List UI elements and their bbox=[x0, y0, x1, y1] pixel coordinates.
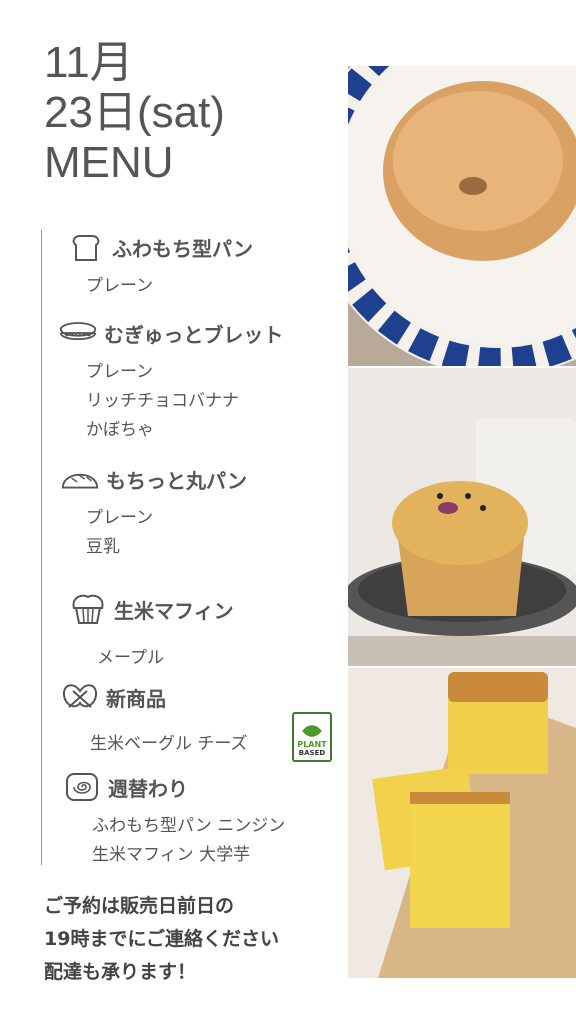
note-line: 19時までにご連絡ください bbox=[44, 928, 280, 950]
pretzel-icon bbox=[60, 680, 100, 714]
section-mochitto: もちっと丸パン bbox=[60, 462, 247, 496]
round-bread-icon bbox=[60, 462, 100, 496]
menu-item: 生米ベーグル チーズ bbox=[90, 734, 248, 754]
menu-item: プレーン bbox=[86, 362, 154, 382]
menu-item: 豆乳 bbox=[86, 537, 120, 557]
menu-item: メープル bbox=[97, 648, 164, 668]
date-month: 11月 bbox=[44, 38, 134, 87]
section-title: もちっと丸パン bbox=[106, 468, 247, 493]
leaf-icon bbox=[302, 721, 322, 741]
section-title: ふわもち型パン bbox=[112, 236, 253, 261]
bread-slice-icon bbox=[66, 230, 106, 264]
section-items: ふわもち型パン ニンジン 生米マフィン 大学芋 bbox=[92, 812, 285, 870]
plant-based-badge: PLANT BASED bbox=[292, 712, 332, 762]
menu-item: プレーン bbox=[86, 276, 154, 296]
menu-item: プレーン bbox=[86, 508, 154, 528]
badge-line2: BASED bbox=[298, 749, 326, 757]
menu-item: リッチチョコバナナ bbox=[86, 391, 239, 411]
menu-label: MENU bbox=[44, 138, 174, 187]
muffin-photo bbox=[348, 368, 576, 666]
bagel-photo bbox=[348, 66, 576, 366]
divider-line bbox=[41, 230, 42, 865]
date-day: 23日(sat) bbox=[44, 88, 225, 137]
reservation-note: ご予約は販売日前日の 19時までにご連絡ください 配達も承ります！ bbox=[44, 890, 279, 989]
section-title: むぎゅっとブレット bbox=[104, 322, 284, 347]
section-muffin: 生米マフィン bbox=[68, 592, 234, 626]
loaf-photo bbox=[348, 668, 576, 978]
badge-line1: PLANT bbox=[297, 740, 327, 749]
section-mugyutto: むぎゅっとブレット bbox=[58, 316, 283, 350]
section-items: プレーン bbox=[86, 272, 153, 301]
section-items: プレーン リッチチョコバナナ かぼちゃ bbox=[86, 358, 239, 445]
section-new-product: 新商品 bbox=[60, 680, 166, 714]
section-title: 週替わり bbox=[108, 776, 188, 801]
date-heading: 11月 23日(sat) MENU bbox=[44, 38, 225, 188]
menu-item: かぼちゃ bbox=[86, 420, 154, 440]
muffin-icon bbox=[68, 592, 108, 626]
section-weekly: 週替わり bbox=[62, 770, 188, 804]
bagel-icon bbox=[58, 316, 98, 350]
note-line: ご予約は販売日前日の bbox=[44, 895, 235, 917]
cinnamon-roll-icon bbox=[62, 770, 102, 804]
section-items: プレーン 豆乳 bbox=[86, 504, 153, 562]
menu-item: ふわもち型パン ニンジン bbox=[92, 816, 286, 836]
menu-item: 生米マフィン 大学芋 bbox=[92, 845, 251, 865]
section-title: 生米マフィン bbox=[114, 598, 234, 623]
section-items: 生米ベーグル チーズ bbox=[90, 730, 248, 759]
note-line: 配達も承ります！ bbox=[44, 961, 197, 983]
section-fuwamochi: ふわもち型パン bbox=[66, 230, 253, 264]
section-items: メープル bbox=[97, 644, 164, 673]
section-title: 新商品 bbox=[106, 686, 166, 711]
